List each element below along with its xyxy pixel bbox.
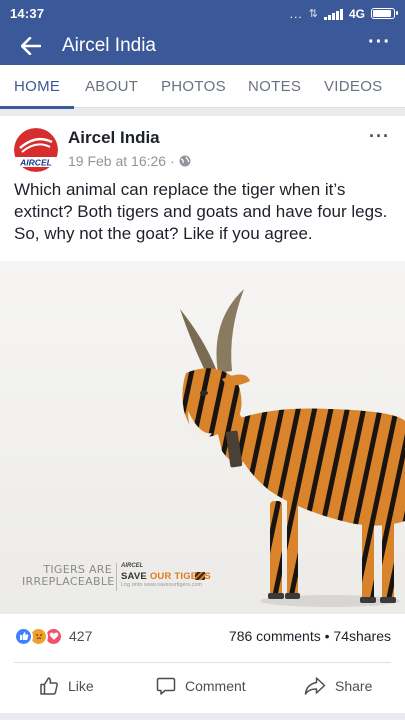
status-icons: ... ⇅ 4G <box>289 6 398 21</box>
post-author[interactable]: Aircel India <box>68 128 160 148</box>
tab-about[interactable]: ABOUT <box>85 65 138 108</box>
tab-videos[interactable]: VIDEOS <box>324 65 382 108</box>
tab-home[interactable]: HOME <box>0 65 75 109</box>
data-arrows-icon: ⇅ <box>308 8 318 20</box>
page-tabs: HOME ABOUT PHOTOS NOTES VIDEOS <box>0 65 405 109</box>
post-header: AIRCEL Aircel India 19 Feb at 16:26 · ··… <box>14 126 394 182</box>
post-options-icon[interactable]: ··· <box>369 126 390 147</box>
reaction-count: 427 <box>69 628 93 644</box>
svg-text:AIRCEL: AIRCEL <box>19 158 52 168</box>
comment-icon <box>156 677 176 695</box>
ad-website: Log onto www.saveourtigers.com <box>121 582 203 588</box>
notification-dots: ... <box>289 6 303 21</box>
signal-icon <box>323 8 343 20</box>
thumbs-up-icon <box>40 677 58 695</box>
page-title: Aircel India <box>62 35 156 56</box>
battery-icon <box>371 8 398 19</box>
post-meta: 19 Feb at 16:26 · <box>68 153 191 169</box>
post-date[interactable]: 19 Feb at 16:26 · <box>68 153 175 169</box>
actions-divider <box>14 662 391 663</box>
ad-divider <box>116 563 117 591</box>
reactions-summary[interactable]: 427 <box>14 622 92 650</box>
share-button[interactable]: Share <box>304 676 372 696</box>
comment-button[interactable]: Comment <box>156 676 246 696</box>
ad-save-prefix: SAVE <box>121 571 147 582</box>
tab-notes[interactable]: NOTES <box>248 65 301 108</box>
status-bar: 14:37 ... ⇅ 4G <box>0 0 405 27</box>
overflow-menu-icon[interactable]: ··· <box>368 31 391 62</box>
network-type: 4G <box>348 6 365 21</box>
like-reaction-icon <box>14 626 33 646</box>
share-label: Share <box>335 678 373 694</box>
tab-photos[interactable]: PHOTOS <box>161 65 226 108</box>
comments-shares-count[interactable]: 786 comments • 74shares <box>229 628 391 644</box>
post-actions: Like Comment Share <box>0 666 405 710</box>
globe-icon <box>179 155 191 167</box>
comment-label: Comment <box>185 678 246 694</box>
share-icon <box>304 677 326 695</box>
post-image[interactable]: TIGERS ARE IRREPLACEABLE AIRCEL SAVE OUR… <box>0 261 405 614</box>
post-card: AIRCEL Aircel India 19 Feb at 16:26 · ··… <box>0 116 405 713</box>
like-label: Like <box>68 678 94 694</box>
status-time: 14:37 <box>10 6 45 21</box>
aircel-logo[interactable]: AIRCEL <box>14 128 58 172</box>
tiger-goat-illustration <box>0 261 405 614</box>
ad-stripe-icon <box>195 572 205 580</box>
ad-tagline: TIGERS ARE IRREPLACEABLE <box>22 564 115 588</box>
back-arrow-icon[interactable] <box>20 35 42 57</box>
ad-tagline-line2: IRREPLACEABLE <box>22 575 115 588</box>
ad-brand: AIRCEL <box>121 563 144 569</box>
app-bar: Aircel India ··· <box>0 27 405 65</box>
like-button[interactable]: Like <box>39 676 94 696</box>
post-text: Which animal can replace the tiger when … <box>14 180 388 243</box>
